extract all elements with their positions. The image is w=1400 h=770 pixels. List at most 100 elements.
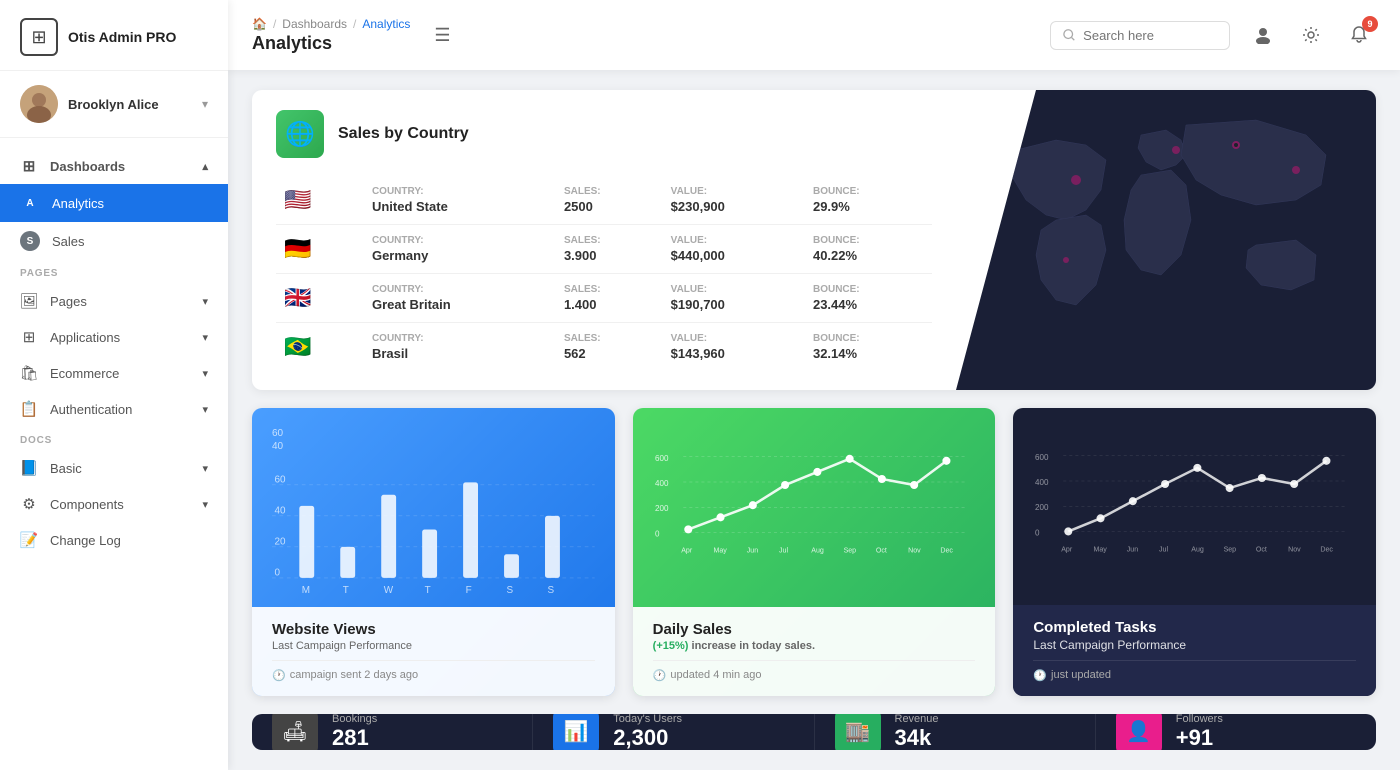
settings-button[interactable] (1294, 18, 1328, 52)
bookings-value: 281 (332, 725, 377, 750)
chevron-down-icon: ▾ (202, 331, 208, 344)
sidebar-item-label: Basic (50, 461, 82, 476)
stat-bookings: 🛋 Bookings 281 (252, 714, 533, 751)
sales-table-section: 🌐 Sales by Country 🇺🇸 Country:United Sta… (252, 90, 956, 390)
chart-top-green: 600 400 200 0 (633, 408, 996, 607)
svg-text:400: 400 (1035, 478, 1049, 487)
user-name: Brooklyn Alice (68, 97, 192, 112)
followers-value: +91 (1176, 725, 1223, 750)
sales-header: 🌐 Sales by Country (276, 110, 932, 158)
svg-text:60: 60 (274, 474, 286, 485)
svg-text:Jul: Jul (779, 548, 788, 555)
svg-text:Apr: Apr (1062, 547, 1074, 554)
svg-text:Sep: Sep (843, 548, 856, 555)
main-content: 🏠 / Dashboards / Analytics Analytics ☰ 9 (228, 0, 1400, 770)
sidebar-item-label: Applications (50, 330, 120, 345)
content-area: 🌐 Sales by Country 🇺🇸 Country:United Sta… (228, 70, 1400, 770)
sidebar-item-authentication[interactable]: 📋 Authentication ▾ (0, 391, 228, 427)
stat-revenue: 🏬 Revenue 34k (815, 714, 1096, 751)
svg-text:Nov: Nov (1288, 547, 1301, 554)
changelog-icon: 📝 (20, 531, 38, 549)
sales-title: Sales by Country (338, 125, 469, 143)
avatar (20, 85, 58, 123)
table-row: 🇺🇸 Country:United State Sales:2500 Value… (276, 176, 932, 225)
sidebar-item-label: Dashboards (50, 159, 125, 174)
nav-section-pages-label: PAGES (0, 260, 228, 283)
svg-text:F: F (466, 585, 472, 596)
line-chart-svg-dark: 600 400 200 0 (1033, 428, 1356, 595)
sidebar-item-analytics[interactable]: A Analytics (0, 184, 228, 222)
svg-text:Jul: Jul (1159, 547, 1168, 554)
search-input[interactable] (1083, 28, 1217, 43)
chart-bottom-blue: Website Views Last Campaign Performance … (252, 607, 615, 696)
sidebar-item-label: Components (50, 497, 124, 512)
sidebar-item-ecommerce[interactable]: 🛍 Ecommerce ▾ (0, 355, 228, 391)
website-views-meta: 🕐 campaign sent 2 days ago (272, 669, 595, 682)
sidebar-item-label: Ecommerce (50, 366, 119, 381)
page-title: Analytics (252, 33, 410, 54)
home-icon: 🏠 (252, 17, 267, 31)
daily-sales-card: 600 400 200 0 (633, 408, 996, 696)
sidebar-item-applications[interactable]: ⊞ Applications ▾ (0, 319, 228, 355)
svg-text:Dec: Dec (1321, 547, 1334, 554)
sidebar-item-changelog[interactable]: 📝 Change Log (0, 522, 228, 558)
website-views-card: 60 40 .grid-line{stroke:rgba(255,255,255… (252, 408, 615, 696)
logo-icon: ⊞ (20, 18, 58, 56)
svg-text:T: T (425, 585, 431, 596)
completed-tasks-subtitle: Last Campaign Performance (1033, 638, 1356, 652)
world-map (956, 90, 1376, 390)
chevron-down-icon: ▾ (202, 97, 208, 111)
analytics-letter-icon: A (20, 193, 40, 213)
svg-text:Dec: Dec (940, 548, 953, 555)
notifications-button[interactable]: 9 (1342, 18, 1376, 52)
chart-top-blue: 60 40 .grid-line{stroke:rgba(255,255,255… (252, 408, 615, 607)
globe-icon: 🌐 (276, 110, 324, 158)
sidebar-logo: ⊞ Otis Admin PRO (0, 0, 228, 71)
svg-text:200: 200 (655, 504, 669, 513)
chevron-down-icon: ▾ (202, 295, 208, 308)
chart-top-dark: 600 400 200 0 (1013, 408, 1376, 605)
ecommerce-icon: 🛍 (20, 364, 38, 382)
sidebar-item-pages[interactable]: 🖼 Pages ▾ (0, 283, 228, 319)
header-left: 🏠 / Dashboards / Analytics Analytics (252, 17, 410, 54)
sidebar-user[interactable]: Brooklyn Alice ▾ (0, 71, 228, 138)
svg-text:600: 600 (1035, 453, 1049, 462)
user-profile-button[interactable] (1246, 18, 1280, 52)
bar-chart-svg: .grid-line{stroke:rgba(255,255,255,0.2);… (272, 460, 595, 597)
svg-text:0: 0 (655, 529, 660, 538)
svg-text:600: 600 (655, 454, 669, 463)
logo-text: Otis Admin PRO (68, 29, 176, 45)
sidebar: ⊞ Otis Admin PRO Brooklyn Alice ▾ ⊞ Dash… (0, 0, 228, 770)
sidebar-item-sales[interactable]: S Sales (0, 222, 228, 260)
chevron-down-icon: ▾ (202, 498, 208, 511)
svg-text:Oct: Oct (876, 548, 887, 555)
svg-text:Jun: Jun (1127, 547, 1138, 554)
clock-icon: 🕐 (653, 669, 667, 682)
svg-text:Sep: Sep (1224, 547, 1237, 554)
sidebar-item-label: Analytics (52, 196, 104, 211)
daily-sales-subtitle: (+15%) increase in today sales. (653, 640, 976, 652)
clock-icon: 🕐 (272, 669, 286, 682)
svg-text:May: May (1094, 547, 1108, 554)
sidebar-item-components[interactable]: ⚙ Components ▾ (0, 486, 228, 522)
dashboards-icon: ⊞ (20, 157, 38, 175)
search-box[interactable] (1050, 21, 1230, 50)
chevron-down-icon: ▾ (202, 403, 208, 416)
sales-by-country-card: 🌐 Sales by Country 🇺🇸 Country:United Sta… (252, 90, 1376, 390)
bookings-icon: 🛋 (272, 714, 318, 751)
svg-text:Aug: Aug (1192, 547, 1205, 554)
svg-text:Oct: Oct (1256, 547, 1267, 554)
hamburger-icon[interactable]: ☰ (434, 25, 450, 46)
chart-bottom-green: Daily Sales (+15%) increase in today sal… (633, 607, 996, 696)
sales-table: 🇺🇸 Country:United State Sales:2500 Value… (276, 176, 932, 371)
svg-text:S: S (507, 585, 514, 596)
pages-icon: 🖼 (20, 292, 38, 310)
authentication-icon: 📋 (20, 400, 38, 418)
svg-text:200: 200 (1035, 503, 1049, 512)
nav-section-docs-label: DOCS (0, 427, 228, 450)
chevron-down-icon: ▾ (202, 462, 208, 475)
svg-text:M: M (302, 585, 310, 596)
sidebar-item-basic[interactable]: 📘 Basic ▾ (0, 450, 228, 486)
sidebar-item-dashboards[interactable]: ⊞ Dashboards ▴ (0, 148, 228, 184)
chevron-up-icon: ▴ (202, 160, 208, 173)
